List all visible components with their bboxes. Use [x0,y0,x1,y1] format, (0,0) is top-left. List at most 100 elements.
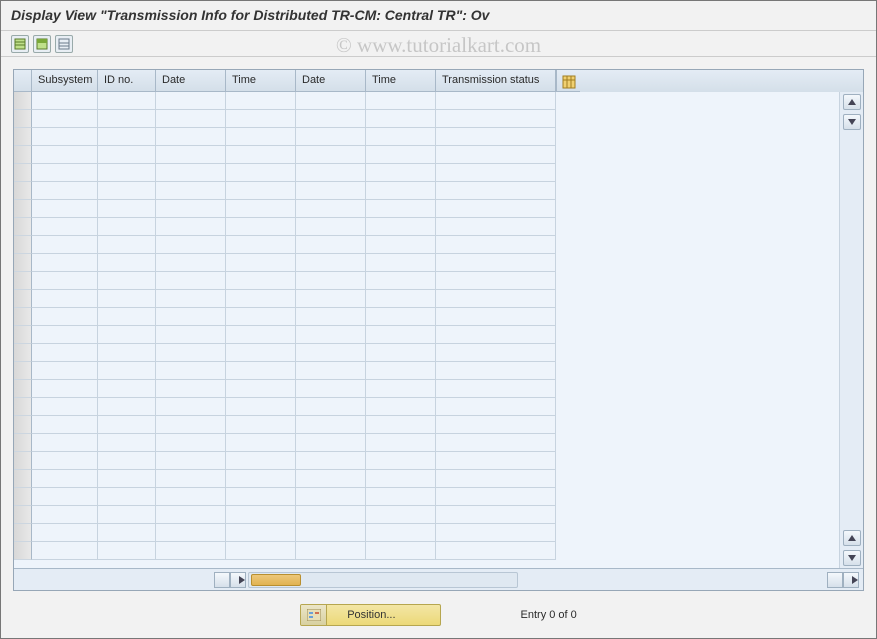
table-cell[interactable] [226,164,296,182]
table-cell[interactable] [156,452,226,470]
table-cell[interactable] [226,416,296,434]
table-cell[interactable] [296,470,366,488]
table-cell[interactable] [156,164,226,182]
table-cell[interactable] [296,344,366,362]
table-cell[interactable] [366,380,436,398]
row-selector[interactable] [14,470,32,488]
row-selector[interactable] [14,434,32,452]
table-cell[interactable] [226,326,296,344]
table-cell[interactable] [366,236,436,254]
table-cell[interactable] [98,434,156,452]
table-cell[interactable] [296,434,366,452]
table-cell[interactable] [156,470,226,488]
hscroll-right-button-2[interactable] [843,572,859,588]
table-cell[interactable] [436,200,556,218]
table-cell[interactable] [226,236,296,254]
table-cell[interactable] [296,236,366,254]
table-cell[interactable] [98,308,156,326]
table-cell[interactable] [296,308,366,326]
row-selector[interactable] [14,344,32,362]
row-selector[interactable] [14,272,32,290]
table-cell[interactable] [436,470,556,488]
table-cell[interactable] [98,416,156,434]
table-cell[interactable] [226,290,296,308]
table-cell[interactable] [226,272,296,290]
table-cell[interactable] [98,92,156,110]
table-cell[interactable] [296,452,366,470]
table-cell[interactable] [226,146,296,164]
table-cell[interactable] [436,452,556,470]
table-cell[interactable] [296,290,366,308]
table-cell[interactable] [32,524,98,542]
table-cell[interactable] [366,272,436,290]
row-selector[interactable] [14,416,32,434]
table-cell[interactable] [366,434,436,452]
table-cell[interactable] [98,128,156,146]
table-cell[interactable] [98,488,156,506]
table-cell[interactable] [366,146,436,164]
table-cell[interactable] [436,326,556,344]
table-cell[interactable] [436,380,556,398]
table-cell[interactable] [366,308,436,326]
table-cell[interactable] [366,164,436,182]
table-cell[interactable] [226,398,296,416]
table-cell[interactable] [32,398,98,416]
table-cell[interactable] [296,362,366,380]
table-cell[interactable] [98,380,156,398]
table-cell[interactable] [32,362,98,380]
table-cell[interactable] [32,146,98,164]
table-cell[interactable] [98,290,156,308]
row-selector[interactable] [14,452,32,470]
table-cell[interactable] [226,182,296,200]
table-cell[interactable] [32,380,98,398]
table-cell[interactable] [156,362,226,380]
table-cell[interactable] [32,506,98,524]
table-cell[interactable] [296,398,366,416]
table-cell[interactable] [436,398,556,416]
table-cell[interactable] [226,452,296,470]
row-selector[interactable] [14,488,32,506]
table-cell[interactable] [366,254,436,272]
toolbar-button-1[interactable] [11,35,29,53]
row-selector[interactable] [14,398,32,416]
table-cell[interactable] [98,362,156,380]
table-cell[interactable] [98,326,156,344]
table-cell[interactable] [156,308,226,326]
table-cell[interactable] [32,110,98,128]
table-cell[interactable] [98,146,156,164]
table-cell[interactable] [98,110,156,128]
column-header-subsystem[interactable]: Subsystem [32,70,98,92]
row-selector[interactable] [14,308,32,326]
hscroll-right-button[interactable] [230,572,246,588]
table-cell[interactable] [436,164,556,182]
scroll-up-button-2[interactable] [843,530,861,546]
table-cell[interactable] [436,524,556,542]
table-cell[interactable] [32,488,98,506]
table-cell[interactable] [296,524,366,542]
table-cell[interactable] [226,344,296,362]
table-cell[interactable] [436,434,556,452]
table-cell[interactable] [226,110,296,128]
table-cell[interactable] [366,470,436,488]
table-cell[interactable] [226,488,296,506]
table-cell[interactable] [296,110,366,128]
table-cell[interactable] [32,182,98,200]
row-selector[interactable] [14,326,32,344]
column-header-time-2[interactable]: Time [366,70,436,92]
table-cell[interactable] [436,110,556,128]
table-cell[interactable] [226,470,296,488]
table-cell[interactable] [156,254,226,272]
column-header-id-no[interactable]: ID no. [98,70,156,92]
column-header-date-1[interactable]: Date [156,70,226,92]
table-cell[interactable] [296,218,366,236]
table-cell[interactable] [296,200,366,218]
table-cell[interactable] [32,326,98,344]
table-cell[interactable] [436,146,556,164]
column-header-transmission-status[interactable]: Transmission status [436,70,556,92]
hscroll-thumb[interactable] [251,574,301,586]
table-cell[interactable] [98,452,156,470]
row-selector[interactable] [14,128,32,146]
position-button[interactable]: Position... [300,604,440,626]
table-cell[interactable] [366,542,436,560]
table-cell[interactable] [156,524,226,542]
